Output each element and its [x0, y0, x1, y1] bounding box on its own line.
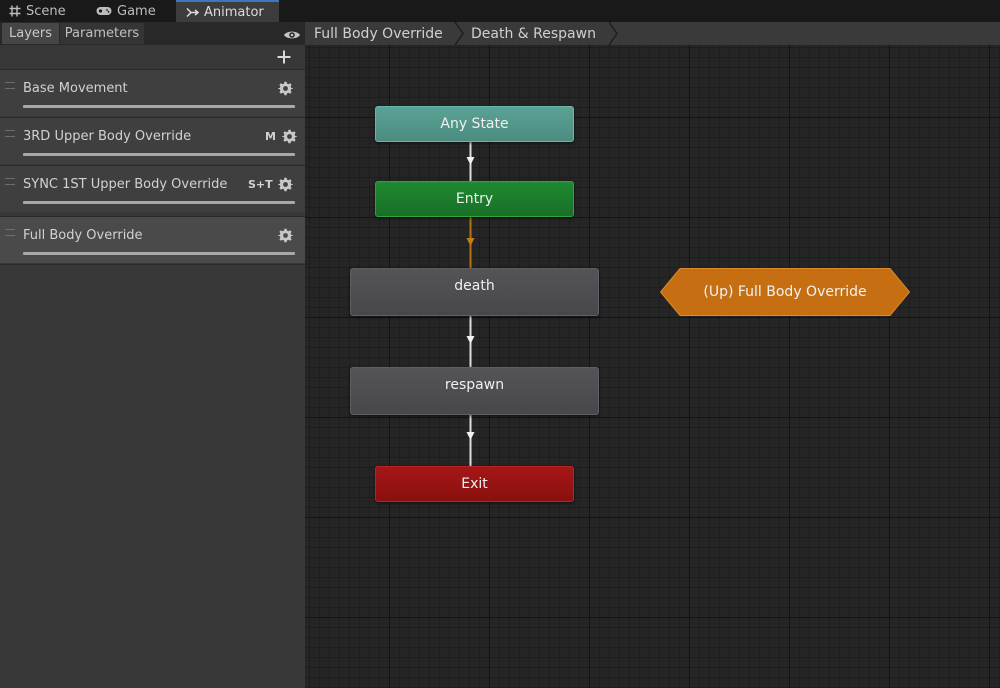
layer-weight-slider[interactable]: [23, 153, 295, 156]
layer-weight-slider[interactable]: [23, 105, 295, 108]
breadcrumb-item-layer[interactable]: Full Body Override: [314, 22, 443, 45]
layer-item-sync-1st-upper-body-override[interactable]: SYNC 1ST Upper Body Override S+T: [0, 165, 305, 212]
state-entry[interactable]: Entry: [375, 181, 574, 217]
editor-tab-strip: Scene Game Animator: [0, 0, 1000, 22]
tab-animator-label: Animator: [204, 4, 264, 20]
gear-icon[interactable]: [278, 177, 293, 192]
tab-animator[interactable]: Animator: [176, 0, 279, 22]
tab-scene-label: Scene: [26, 3, 66, 19]
layers-list-empty-area: [0, 264, 305, 688]
state-exit[interactable]: Exit: [375, 466, 574, 502]
plus-icon: [277, 50, 291, 64]
tab-game[interactable]: Game: [86, 0, 175, 22]
animator-window: Scene Game Animator Layers Parameters Ba…: [0, 0, 1000, 688]
gear-icon[interactable]: [278, 81, 293, 96]
layer-name: Full Body Override: [23, 228, 143, 243]
layer-item-full-body-override[interactable]: Full Body Override: [0, 216, 305, 263]
gamepad-icon: [96, 6, 112, 16]
tab-game-label: Game: [117, 3, 156, 19]
animator-icon: [186, 7, 199, 18]
drag-handle-icon[interactable]: [5, 178, 15, 185]
tab-scene[interactable]: Scene: [0, 0, 85, 22]
layer-weight-slider[interactable]: [23, 201, 295, 204]
add-layer-bar: [0, 45, 305, 69]
drag-handle-icon[interactable]: [5, 229, 15, 236]
breadcrumb: Full Body Override Death & Respawn: [305, 22, 1000, 45]
state-any-state[interactable]: Any State: [375, 106, 574, 142]
layer-item-3rd-upper-body-override[interactable]: 3RD Upper Body Override M: [0, 117, 305, 164]
eye-icon[interactable]: [283, 27, 301, 41]
layer-mask-badge: M: [265, 130, 276, 143]
layer-weight-slider[interactable]: [23, 252, 295, 255]
layer-name: 3RD Upper Body Override: [23, 129, 192, 144]
drag-handle-icon[interactable]: [5, 82, 15, 89]
gear-icon[interactable]: [278, 228, 293, 243]
gear-icon[interactable]: [282, 129, 297, 144]
up-state-machine-label: (Up) Full Body Override: [703, 284, 867, 300]
state-death[interactable]: death: [350, 268, 599, 316]
tab-parameters[interactable]: Parameters: [60, 23, 144, 44]
breadcrumb-separator-icon: [454, 22, 464, 45]
layer-name: Base Movement: [23, 81, 128, 96]
tab-layers[interactable]: Layers: [2, 23, 59, 44]
breadcrumb-separator-icon: [608, 22, 618, 45]
panel-subtabs: Layers Parameters: [0, 22, 305, 45]
layer-sync-badge: S+T: [248, 178, 273, 191]
drag-handle-icon[interactable]: [5, 130, 15, 137]
add-layer-button[interactable]: [276, 49, 292, 65]
layer-item-base-movement[interactable]: Base Movement: [0, 69, 305, 116]
breadcrumb-item-state-machine[interactable]: Death & Respawn: [471, 22, 596, 45]
grid-icon: [9, 5, 21, 17]
state-respawn[interactable]: respawn: [350, 367, 599, 415]
layer-name: SYNC 1ST Upper Body Override: [23, 177, 228, 192]
layers-panel: Layers Parameters Base Movement 3RD Uppe…: [0, 22, 305, 688]
